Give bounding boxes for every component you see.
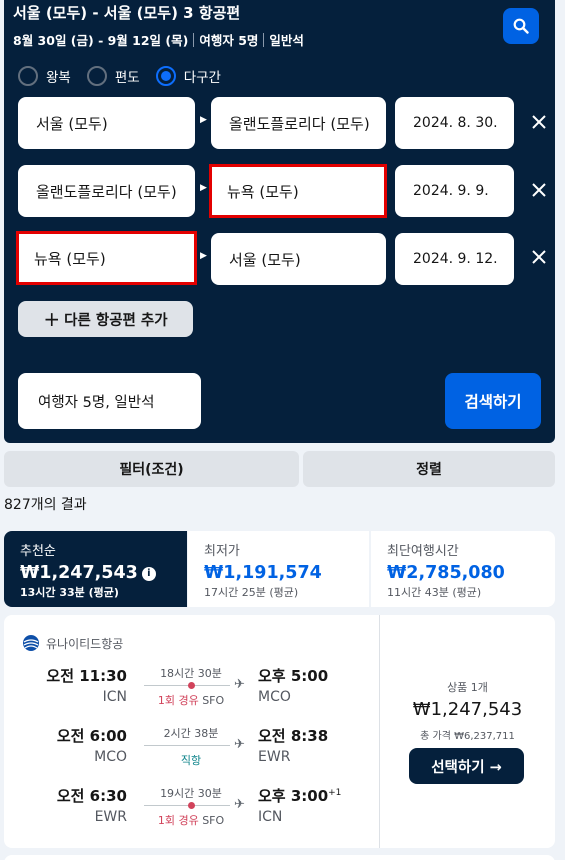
arrival-code: MCO xyxy=(258,689,291,705)
tab-fastest[interactable]: 최단여행시간 ₩2,785,080 11시간 43분 (평균) xyxy=(371,531,555,607)
departure-code: ICN xyxy=(102,689,127,705)
leg-row: 오전 6:30 EWR 19시간 30분 ✈ 1회 경유 SFO 오후 3:00… xyxy=(4,785,379,841)
trip-title[interactable]: 서울 (모두) - 서울 (모두) 3 항공편 xyxy=(13,2,240,23)
leg1-to-field[interactable]: 올랜도플로리다 (모두) xyxy=(211,97,386,149)
leg1-date-field[interactable]: 2024. 8. 30. xyxy=(395,97,514,149)
tab-price: ₩2,785,080 xyxy=(387,563,505,583)
radio-circle xyxy=(18,66,38,86)
plane-icon: ✈ xyxy=(234,677,245,692)
trip-dates: 8월 30일 (금) - 9월 12일 (목) xyxy=(13,33,189,48)
leg-row: 오전 11:30 ICN 18시간 30분 ✈ 1회 경유 SFO 오후 5:0… xyxy=(4,665,379,721)
airline-logo-icon xyxy=(22,634,40,652)
leg2-to-field[interactable]: 뉴욕 (모두) xyxy=(209,164,387,218)
search-button[interactable]: 검색하기 xyxy=(445,373,541,429)
tab-duration: 11시간 43분 (평균) xyxy=(387,586,482,599)
tab-price: ₩1,191,574 xyxy=(204,563,322,583)
tab-duration: 13시간 33분 (평균) xyxy=(20,586,119,599)
departure-code: MCO xyxy=(94,749,127,765)
plane-icon: ✈ xyxy=(234,797,245,812)
stop-count: 직항 xyxy=(180,754,202,767)
tab-price: ₩1,247,543 xyxy=(20,563,138,583)
leg1-from-field[interactable]: 서울 (모두) xyxy=(18,97,195,149)
divider xyxy=(263,33,265,47)
tab-label: 최저가 xyxy=(204,544,240,559)
arrival-time: 오후 3:00 xyxy=(258,787,329,805)
add-flight-button[interactable]: + 다른 항공편 추가 xyxy=(18,301,193,337)
remove-leg2-icon[interactable] xyxy=(532,183,546,197)
trip-type-roundtrip[interactable]: 왕복 xyxy=(18,66,71,86)
leg3-date-field[interactable]: 2024. 9. 12. xyxy=(395,233,514,285)
filter-button[interactable]: 필터(조건) xyxy=(4,451,299,487)
via-airport: SFO xyxy=(202,694,225,707)
leg2-from-field[interactable]: 올랜도플로리다 (모두) xyxy=(18,165,195,217)
arrival-code: ICN xyxy=(258,809,283,825)
result-price: ₩1,247,543 xyxy=(412,699,523,720)
sort-button[interactable]: 정렬 xyxy=(303,451,555,487)
arrow-right-icon: ▶ xyxy=(200,115,207,125)
departure-time: 오전 11:30 xyxy=(46,667,127,685)
stop-count: 1회 경유 xyxy=(157,694,199,707)
leg2-date-field[interactable]: 2024. 9. 9. xyxy=(395,165,514,217)
plane-icon: ✈ xyxy=(234,737,245,752)
arrow-right-icon: ▶ xyxy=(200,251,207,261)
leg3-to-field[interactable]: 서울 (모두) xyxy=(211,233,386,285)
leg-duration: 2시간 38분 xyxy=(163,727,219,740)
route-line xyxy=(144,805,230,806)
departure-time: 오전 6:30 xyxy=(56,787,127,805)
trip-cabin: 일반석 xyxy=(269,33,304,48)
arrival-time: 오전 8:38 xyxy=(258,727,329,745)
airline-name: 유나이티드항공 xyxy=(46,636,124,651)
radio-label: 왕복 xyxy=(46,70,71,86)
tab-label: 추천순 xyxy=(20,544,56,559)
arrival-code: EWR xyxy=(258,749,291,765)
next-result-card[interactable] xyxy=(4,855,555,860)
header-search-button[interactable] xyxy=(503,8,539,44)
radio-label: 편도 xyxy=(114,70,140,86)
search-header: 서울 (모두) - 서울 (모두) 3 항공편 8월 30일 (금) - 9월 … xyxy=(4,0,555,443)
radio-circle xyxy=(155,66,176,86)
result-count: 827개의 결과 xyxy=(4,497,87,513)
select-button[interactable]: 선택하기 → xyxy=(409,748,524,784)
divider xyxy=(193,33,195,47)
trip-type-oneway[interactable]: 편도 xyxy=(86,66,140,86)
tab-duration: 17시간 25분 (평균) xyxy=(204,586,299,599)
trip-summary[interactable]: 8월 30일 (금) - 9월 12일 (목) 여행자 5명 일반석 xyxy=(13,30,304,49)
trip-travelers: 여행자 5명 xyxy=(199,33,259,48)
tab-best[interactable]: 추천순 ₩1,247,543 i 13시간 33분 (평균) xyxy=(4,531,187,607)
deal-count: 상품 1개 xyxy=(447,681,488,694)
trip-type-multicity[interactable]: 다구간 xyxy=(155,66,221,86)
tab-label: 최단여행시간 xyxy=(387,544,459,559)
stop-dot xyxy=(188,682,195,689)
search-icon xyxy=(513,18,529,34)
add-flight-label: 다른 항공편 추가 xyxy=(64,312,168,329)
leg-duration: 18시간 30분 xyxy=(160,667,222,680)
price-panel: 상품 1개 ₩1,247,543 총 가격 ₩6,237,711 선택하기 → xyxy=(380,615,555,848)
travelers-cabin-field[interactable]: 여행자 5명, 일반석 xyxy=(18,373,201,429)
remove-leg3-icon[interactable] xyxy=(532,250,546,264)
leg3-from-field[interactable]: 뉴욕 (모두) xyxy=(16,231,197,285)
leg-row: 오전 6:00 MCO 2시간 38분 ✈ 직항 오전 8:38 EWR xyxy=(4,725,379,781)
arrival-time: 오후 5:00 xyxy=(258,667,329,685)
leg-duration: 19시간 30분 xyxy=(160,787,222,800)
day-offset: +1 xyxy=(328,788,342,798)
plus-icon: + xyxy=(43,307,61,331)
airline-info: 유나이티드항공 xyxy=(22,634,123,652)
stop-count: 1회 경유 xyxy=(157,814,199,827)
stop-dot xyxy=(188,802,195,809)
flight-result-card[interactable]: 유나이티드항공 오전 11:30 ICN 18시간 30분 ✈ 1회 경유 SF… xyxy=(4,615,555,848)
departure-code: EWR xyxy=(94,809,127,825)
radio-label: 다구간 xyxy=(183,70,221,86)
info-icon[interactable]: i xyxy=(141,566,156,581)
trip-type-group: 왕복 편도 다구간 xyxy=(18,66,237,86)
route-line xyxy=(144,745,230,746)
total-price: 총 가격 ₩6,237,711 xyxy=(420,731,515,742)
departure-time: 오전 6:00 xyxy=(56,727,127,745)
tab-cheapest[interactable]: 최저가 ₩1,191,574 17시간 25분 (평균) xyxy=(188,531,369,607)
arrow-right-icon: ▶ xyxy=(200,183,207,193)
remove-leg1-icon[interactable] xyxy=(532,115,546,129)
via-airport: SFO xyxy=(202,814,225,827)
route-line xyxy=(144,685,230,686)
radio-circle xyxy=(86,66,107,86)
